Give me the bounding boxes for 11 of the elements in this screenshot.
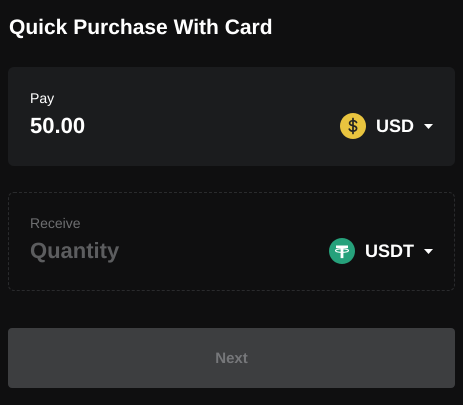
caret-icon — [424, 248, 433, 254]
field-label: Pay — [30, 89, 56, 107]
amount-input[interactable]: 50.00 — [30, 111, 230, 141]
dollar-coin-icon — [340, 113, 366, 139]
currency-dropdown[interactable]: USDT — [329, 238, 433, 264]
field-label: Receive — [30, 214, 82, 232]
currency-dropdown[interactable]: USD — [340, 113, 433, 139]
caret-icon — [424, 124, 433, 128]
page-title: Quick Purchase With Card — [9, 15, 274, 41]
amount-input[interactable]: Quantity — [30, 236, 230, 266]
tether-coin-icon — [329, 238, 355, 264]
